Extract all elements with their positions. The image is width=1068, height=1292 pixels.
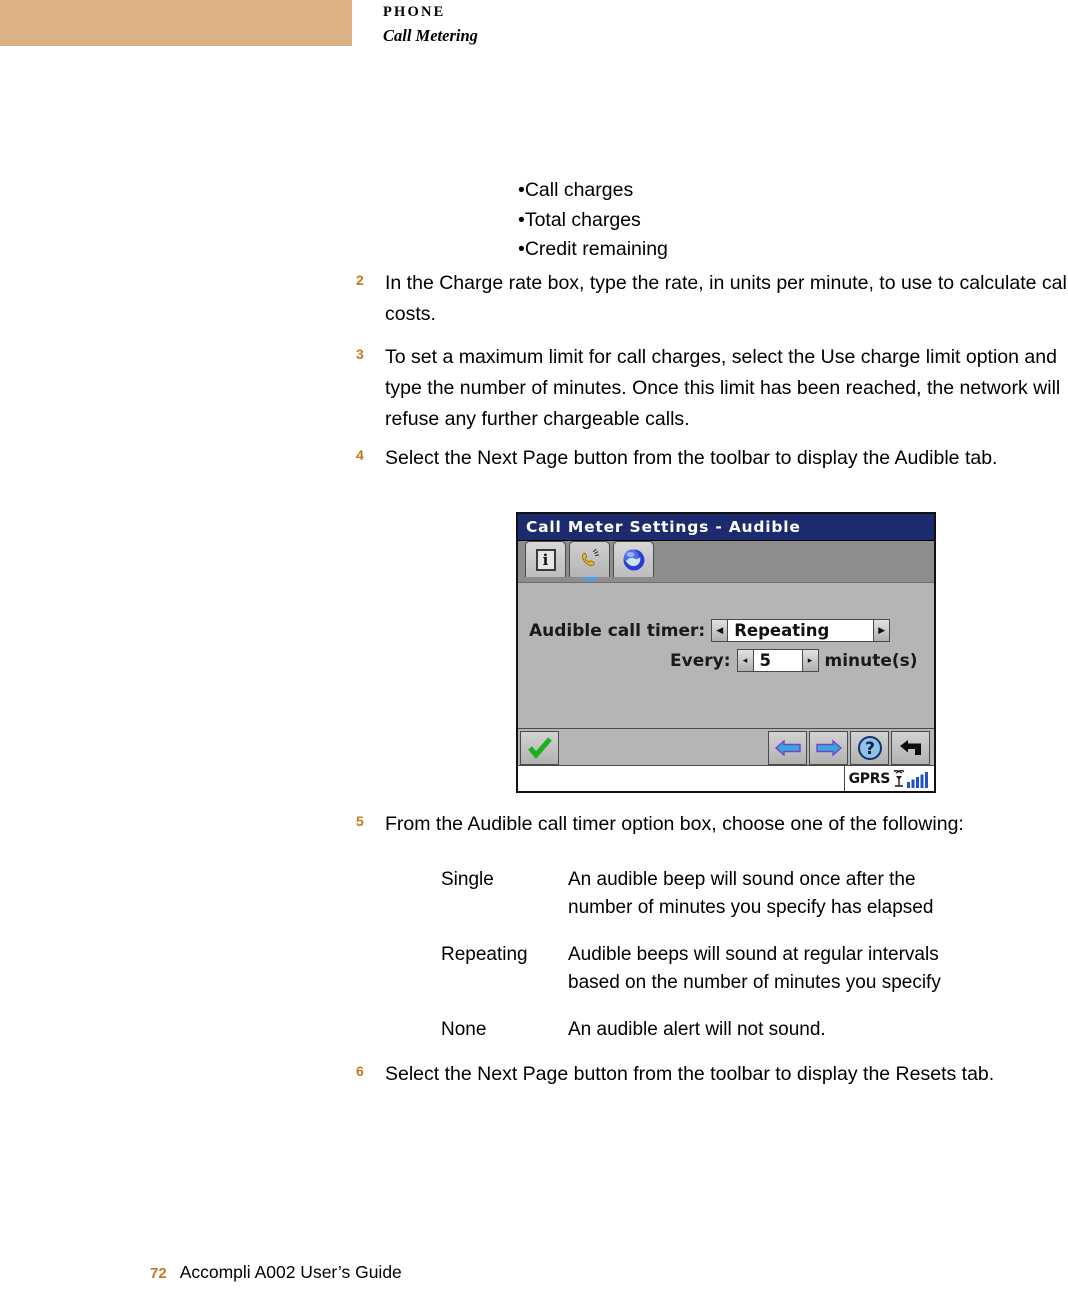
bullet-item: •Call charges bbox=[518, 176, 918, 206]
step-item-2: 2 In the Charge rate box, type the rate,… bbox=[356, 268, 1068, 330]
definition-row: Single An audible beep will sound once a… bbox=[441, 866, 1001, 922]
definition-description: An audible alert will not sound. bbox=[568, 1016, 826, 1044]
tab-info[interactable]: i bbox=[525, 541, 566, 577]
every-minutes-row: Every: ◂ 5 ▸ minute(s) bbox=[670, 649, 918, 672]
device-toolbar: ? bbox=[518, 728, 934, 766]
next-page-arrow-icon bbox=[815, 738, 842, 757]
step-item-6: 6 Select the Next Page button from the t… bbox=[356, 1059, 1068, 1090]
definition-description-line: An audible alert will not sound. bbox=[568, 1019, 826, 1040]
gprs-indicator: GPRS bbox=[843, 766, 934, 791]
every-minutes-value: 5 bbox=[753, 650, 802, 671]
step-item-4: 4 Select the Next Page button from the t… bbox=[356, 443, 1068, 474]
help-button[interactable]: ? bbox=[850, 730, 889, 765]
device-settings-body: Audible call timer: ◀ Repeating ▶ Every:… bbox=[518, 582, 934, 731]
every-label: Every: bbox=[670, 650, 731, 671]
step-number: 4 bbox=[356, 447, 364, 463]
spinner-down-arrow-icon[interactable]: ◂ bbox=[737, 650, 754, 671]
gprs-label: GPRS bbox=[848, 770, 891, 787]
step-text: In the Charge rate box, type the rate, i… bbox=[385, 272, 1068, 325]
step-number: 2 bbox=[356, 272, 364, 288]
device-status-bar: GPRS bbox=[518, 765, 934, 791]
definition-description-line: based on the number of minutes you speci… bbox=[568, 972, 941, 993]
definition-description: Audible beeps will sound at regular inte… bbox=[568, 941, 941, 997]
audible-call-timer-option-box[interactable]: ◀ Repeating ▶ bbox=[711, 619, 891, 642]
help-question-icon: ? bbox=[857, 735, 882, 760]
phone-handset-icon bbox=[581, 548, 599, 566]
globe-icon bbox=[623, 549, 644, 570]
svg-text:?: ? bbox=[865, 739, 875, 759]
option-prev-arrow-icon[interactable]: ◀ bbox=[712, 620, 729, 641]
footer-page-number: 72 bbox=[150, 1265, 167, 1282]
definition-term: Repeating bbox=[441, 944, 528, 965]
audible-call-timer-label: Audible call timer: bbox=[529, 620, 706, 641]
tab-audible[interactable] bbox=[569, 541, 610, 585]
bullet-item: •Credit remaining bbox=[518, 235, 918, 265]
next-page-button[interactable] bbox=[809, 730, 848, 765]
option-definition-table: Single An audible beep will sound once a… bbox=[441, 866, 1001, 1063]
footer-document-title: Accompli A002 User’s Guide bbox=[179, 1262, 402, 1282]
definition-description-line: An audible beep will sound once after th… bbox=[568, 869, 916, 890]
minutes-suffix-label: minute(s) bbox=[824, 650, 918, 671]
info-icon: i bbox=[535, 548, 556, 571]
back-button[interactable] bbox=[891, 730, 930, 765]
definition-description: An audible beep will sound once after th… bbox=[568, 866, 933, 922]
device-screenshot-figure: Call Meter Settings - Audible i Audible … bbox=[516, 512, 936, 793]
step-text: To set a maximum limit for call charges,… bbox=[385, 346, 1061, 430]
back-arrow-icon bbox=[899, 739, 921, 755]
signal-bars-icon bbox=[907, 771, 928, 788]
bullet-text: Call charges bbox=[524, 179, 634, 201]
audible-call-timer-value: Repeating bbox=[728, 620, 874, 641]
tab-resets[interactable] bbox=[613, 541, 654, 577]
previous-page-button[interactable] bbox=[768, 730, 807, 765]
step-text: Select the Next Page button from the too… bbox=[385, 447, 998, 469]
option-next-arrow-icon[interactable]: ▶ bbox=[873, 620, 890, 641]
definition-row: Repeating Audible beeps will sound at re… bbox=[441, 941, 1001, 997]
antenna-icon bbox=[893, 769, 905, 787]
device-tab-bar: i bbox=[518, 541, 934, 585]
every-minutes-spinner[interactable]: ◂ 5 ▸ bbox=[736, 649, 819, 672]
bullet-dot-icon: • bbox=[518, 238, 525, 260]
bullet-text: Credit remaining bbox=[524, 238, 668, 260]
confirm-button[interactable] bbox=[520, 730, 559, 765]
step-number: 6 bbox=[356, 1063, 364, 1079]
page-footer: 72 Accompli A002 User’s Guide bbox=[150, 1262, 402, 1283]
bullet-text: Total charges bbox=[524, 208, 641, 231]
step-number: 5 bbox=[356, 813, 364, 829]
bullet-dot-icon: • bbox=[518, 208, 525, 231]
step-item-5: 5 From the Audible call timer option box… bbox=[356, 809, 1068, 840]
bullet-list: •Call charges •Total charges •Credit rem… bbox=[518, 176, 918, 265]
step-text: From the Audible call timer option box, … bbox=[385, 813, 964, 835]
green-checkmark-icon bbox=[527, 736, 552, 759]
step-text: Select the Next Page button from the too… bbox=[385, 1063, 995, 1085]
spinner-up-arrow-icon[interactable]: ▸ bbox=[801, 650, 818, 671]
audible-call-timer-row: Audible call timer: ◀ Repeating ▶ bbox=[529, 619, 896, 642]
definition-term: Single bbox=[441, 869, 494, 890]
definition-term: None bbox=[441, 1019, 487, 1040]
device-title-bar: Call Meter Settings - Audible bbox=[518, 514, 934, 541]
step-number: 3 bbox=[356, 346, 364, 362]
bullet-dot-icon: • bbox=[518, 179, 525, 201]
definition-description-line: Audible beeps will sound at regular inte… bbox=[568, 944, 939, 965]
device-title-text: Call Meter Settings - Audible bbox=[526, 518, 801, 536]
page-content: •Call charges •Total charges •Credit rem… bbox=[0, 0, 1068, 1292]
bullet-item: •Total charges bbox=[518, 206, 918, 236]
definition-description-line: number of minutes you specify has elapse… bbox=[568, 897, 934, 918]
step-item-3: 3 To set a maximum limit for call charge… bbox=[356, 342, 1068, 435]
definition-row: None An audible alert will not sound. bbox=[441, 1016, 1001, 1044]
previous-page-arrow-icon bbox=[774, 738, 801, 757]
